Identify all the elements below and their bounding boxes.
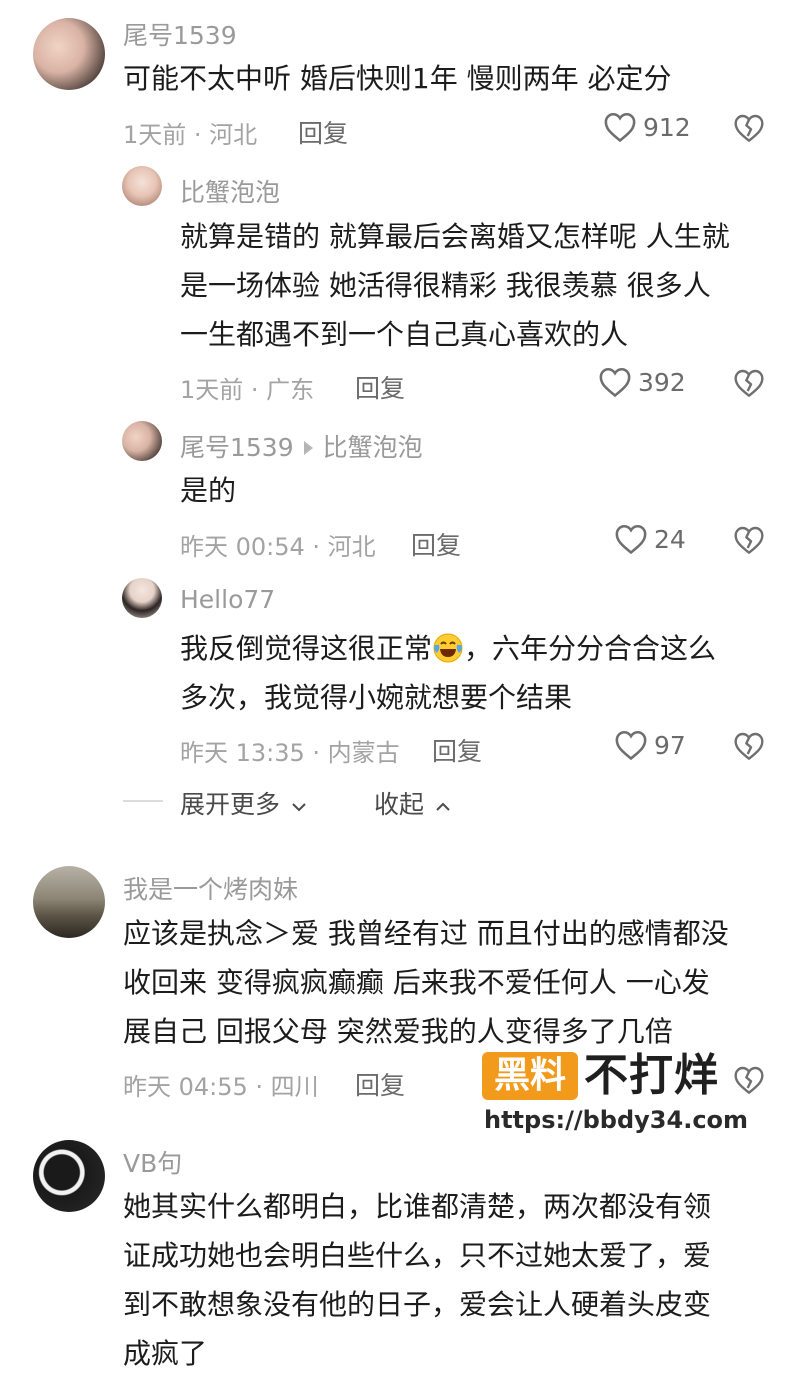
reply-button[interactable]: 回复 xyxy=(355,369,405,405)
avatar[interactable] xyxy=(33,1140,105,1212)
broken-heart-icon[interactable] xyxy=(733,730,765,762)
reply-meta: 昨天 13:35 · 内蒙古 xyxy=(180,739,400,767)
reply-button[interactable]: 回复 xyxy=(355,1066,405,1102)
reply-line: 是的 xyxy=(180,474,237,507)
chevron-down-icon xyxy=(292,803,306,812)
comment-line: 成疯了 xyxy=(123,1337,208,1370)
laughing-tears-emoji-icon xyxy=(433,633,463,663)
expand-divider xyxy=(123,800,163,802)
comment-line: 可能不太中听 婚后快则1年 慢则两年 必定分 xyxy=(123,62,672,95)
comment-meta: 昨天 04:55 · 四川 xyxy=(123,1073,319,1101)
broken-heart-icon[interactable] xyxy=(733,367,765,399)
avatar[interactable] xyxy=(122,578,162,618)
reply-to-user: 比蟹泡泡 xyxy=(322,433,423,462)
like-button[interactable]: 24 xyxy=(614,523,686,555)
like-count: 392 xyxy=(638,367,686,397)
reply-line: 多次，我觉得小婉就想要个结果 xyxy=(180,681,573,714)
collapse-button[interactable]: 收起 xyxy=(374,785,451,821)
avatar[interactable] xyxy=(33,18,105,90)
reply-username[interactable]: 尾号1539 比蟹泡泡 xyxy=(180,428,423,464)
reply-author: 尾号1539 xyxy=(180,433,294,462)
heart-icon xyxy=(615,524,647,555)
comment-username[interactable]: VB句 xyxy=(123,1144,182,1180)
comment-text: 可能不太中听 婚后快则1年 慢则两年 必定分 xyxy=(123,54,672,103)
reply-text: 就算是错的 就算最后会离婚又怎样呢 人生就 是一场体验 她活得很精彩 我很羡慕 … xyxy=(180,212,730,359)
reply-line: 是一场体验 她活得很精彩 我很羡慕 很多人 xyxy=(180,269,711,302)
reply-button[interactable]: 回复 xyxy=(411,526,461,562)
reply-meta: 昨天 00:54 · 河北 xyxy=(180,533,376,561)
collapse-label: 收起 xyxy=(374,790,425,819)
comment-meta: 1天前 · 河北 xyxy=(123,121,258,149)
reply-text: 是的 xyxy=(180,466,236,515)
like-count: 97 xyxy=(654,730,686,760)
comment-line: 展自己 回报父母 突然爱我的人变得多了几倍 xyxy=(123,1015,673,1048)
avatar[interactable] xyxy=(122,166,162,206)
reply-button[interactable]: 回复 xyxy=(432,732,482,768)
like-count: 24 xyxy=(654,524,686,554)
reply-text-segment: 我反倒觉得这很正常 xyxy=(180,632,433,665)
reply-text: 我反倒觉得这很正常 ，六年分分合合这么 多次，我觉得小婉就想要个结果 xyxy=(180,624,716,722)
broken-heart-icon[interactable] xyxy=(733,112,765,144)
expand-more-button[interactable]: 展开更多 xyxy=(180,785,307,821)
reply-meta: 1天前 · 广东 xyxy=(180,376,315,404)
reply-username[interactable]: Hello77 xyxy=(180,585,275,614)
comment-text: 她其实什么都明白，比谁都清楚，两次都没有领 证成功她也会明白些什么，只不过她太爱… xyxy=(123,1182,711,1378)
like-button[interactable]: 392 xyxy=(598,366,686,398)
heart-icon xyxy=(599,367,631,398)
comment-line: 应该是执念＞爱 我曾经有过 而且付出的感情都没 xyxy=(123,917,729,950)
reply-line: 一生都遇不到一个自己真心喜欢的人 xyxy=(180,318,629,351)
avatar[interactable] xyxy=(33,866,105,938)
broken-heart-icon[interactable] xyxy=(733,524,765,556)
reply-arrow-icon xyxy=(303,441,313,455)
like-count: 912 xyxy=(643,112,691,142)
watermark-title: 不打烊 xyxy=(584,1050,719,1101)
watermark-badge: 黑料 xyxy=(482,1052,578,1100)
heart-icon xyxy=(604,112,636,143)
like-button[interactable]: 912 xyxy=(603,111,691,143)
reply-button[interactable]: 回复 xyxy=(298,114,348,150)
comment-line: 证成功她也会明白些什么，只不过她太爱了，爱 xyxy=(123,1239,712,1272)
reply-text-segment: ，六年分分合合这么 xyxy=(464,632,717,665)
watermark-url: https://bbdy34.com xyxy=(484,1106,749,1134)
like-button[interactable]: 97 xyxy=(614,729,686,761)
heart-icon xyxy=(615,730,647,761)
chevron-up-icon xyxy=(436,802,450,811)
reply-username[interactable]: 比蟹泡泡 xyxy=(180,173,280,209)
reply-line: 我反倒觉得这很正常 ，六年分分合合这么 xyxy=(180,624,716,673)
expand-more-label: 展开更多 xyxy=(180,790,281,819)
comment-username[interactable]: 尾号1539 xyxy=(123,16,237,52)
avatar[interactable] xyxy=(122,421,162,461)
reply-line: 就算是错的 就算最后会离婚又怎样呢 人生就 xyxy=(180,220,730,253)
comment-line: 收回来 变得疯疯癫癫 后来我不爱任何人 一心发 xyxy=(123,966,710,999)
comment-username[interactable]: 我是一个烤肉妹 xyxy=(123,870,298,906)
watermark: 黑料 不打烊 https://bbdy34.com xyxy=(482,1050,748,1140)
comment-line: 她其实什么都明白，比谁都清楚，两次都没有领 xyxy=(123,1190,712,1223)
comment-line: 到不敢想象没有他的日子，爱会让人硬着头皮变 xyxy=(123,1288,712,1321)
comment-text: 应该是执念＞爱 我曾经有过 而且付出的感情都没 收回来 变得疯疯癫癫 后来我不爱… xyxy=(123,909,729,1056)
